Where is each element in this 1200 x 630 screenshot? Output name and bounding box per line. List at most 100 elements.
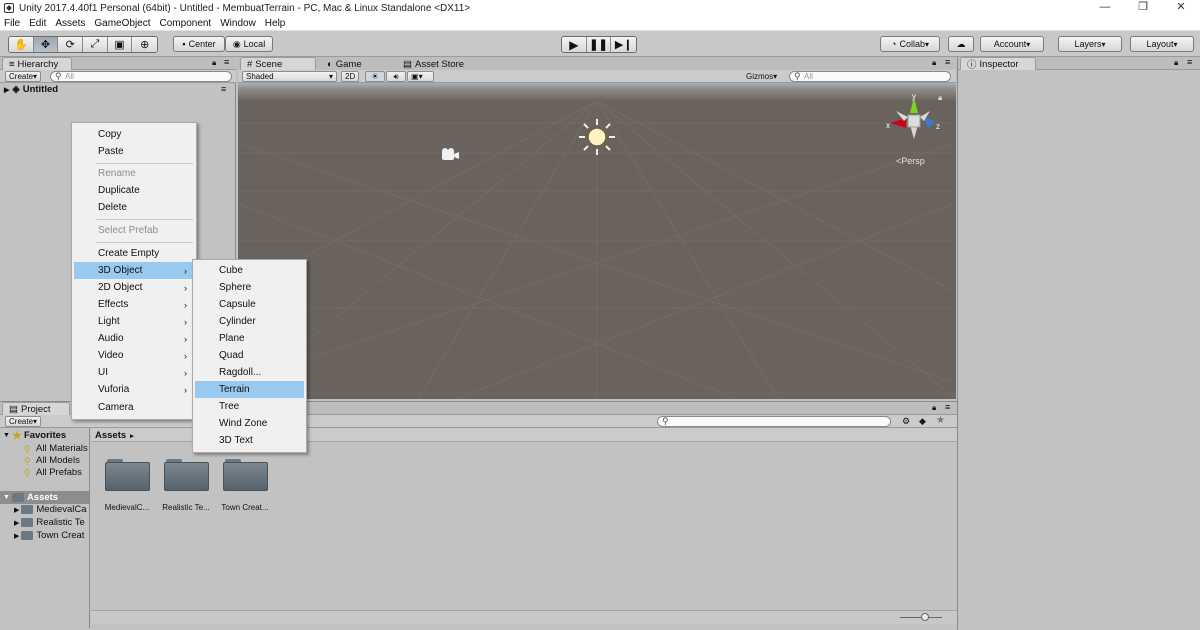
layers-dropdown[interactable]: Layers [1058,36,1122,52]
layout-dropdown[interactable]: Layout [1130,36,1194,52]
menu-item-cube[interactable]: Cube [195,262,304,279]
menu-item-plane[interactable]: Plane [195,330,304,347]
hierarchy-scene-item[interactable]: ▶ ◈ Untitled [4,84,58,95]
menu-item-light[interactable]: Light › [74,313,194,330]
scene-search-input[interactable]: All [789,71,951,82]
menu-assets[interactable]: Assets [55,18,85,29]
directional-light-sun-icon[interactable] [577,117,617,157]
lock-icon[interactable]: 🔒︎ [932,403,936,413]
pivot-local-toggle[interactable]: ◉ Local [225,36,273,52]
expand-arrow-icon[interactable]: ▼ [3,432,10,439]
project-search-input[interactable] [657,416,891,427]
lock-icon[interactable]: 🔒︎ [1174,58,1178,68]
collab-button[interactable]: ◔ Collab [880,36,940,52]
menu-item-camera[interactable]: Camera [74,399,194,416]
menu-item-sphere[interactable]: Sphere [195,279,304,296]
menu-item-capsule[interactable]: Capsule [195,296,304,313]
asset-folder-node[interactable]: ▶ MedievalCa [14,504,87,515]
menu-item-paste[interactable]: Paste [74,143,194,160]
effects-dropdown[interactable]: ▣ [407,71,434,82]
menu-item-tree[interactable]: Tree [195,398,304,415]
2d-toggle[interactable]: 2D [341,71,360,82]
lock-icon[interactable]: 🔒︎ [932,58,936,68]
filter-label-icon[interactable]: ◆ [919,416,926,427]
panel-menu-icon[interactable]: ≡ [945,402,950,412]
expand-arrow-icon[interactable]: ▼ [3,494,10,501]
panel-menu-icon[interactable]: ≡ [945,57,950,67]
cloud-button[interactable]: ☁ [948,36,974,52]
menu-item-3d-text[interactable]: 3D Text [195,432,304,449]
tab-hierarchy[interactable]: ≡ Hierarchy [2,57,72,70]
project-create-button[interactable]: Create [5,416,42,427]
shading-mode-dropdown[interactable]: Shaded [242,71,337,82]
expand-arrow-icon[interactable]: ▶ [14,532,19,540]
menu-window[interactable]: Window [220,18,256,29]
menu-gameobject[interactable]: GameObject [94,18,150,29]
favorite-item[interactable]: ⚲ All Prefabs [24,467,82,478]
scene-viewport[interactable]: y x z 🔒︎ <Persp [238,83,956,399]
lighting-toggle[interactable]: ☀ [365,71,385,82]
filter-type-icon[interactable]: ⚙ [902,416,910,427]
menu-item-copy[interactable]: Copy [74,126,194,143]
menu-file[interactable]: File [4,18,20,29]
account-dropdown[interactable]: Account [980,36,1044,52]
hierarchy-create-button[interactable]: Create [5,71,42,82]
breadcrumb-assets[interactable]: Assets ▸ [95,430,134,441]
folder-thumbnail[interactable] [164,459,209,491]
perspective-label[interactable]: <Persp [896,156,925,166]
favorite-item[interactable]: ⚲ All Models [24,455,80,466]
menu-item-delete[interactable]: Delete [74,199,194,216]
gizmo-lock-icon[interactable]: 🔒︎ [938,93,942,103]
menu-item-vuforia[interactable]: Vuforia › [74,381,194,398]
transform-tool-icon[interactable]: ⊕ [132,37,157,52]
play-icon[interactable]: ▶ [562,37,587,52]
lock-icon[interactable]: 🔒︎ [212,58,216,68]
expand-arrow-icon[interactable]: ▶ [4,86,9,94]
menu-item-terrain[interactable]: Terrain [195,381,304,398]
rect-tool-icon[interactable]: ▣ [107,37,133,52]
close-icon[interactable]: ✕ [1162,0,1200,16]
favorite-item[interactable]: ⚲ All Materials [24,443,88,454]
scene-options-icon[interactable]: ≡ [221,84,226,94]
hierarchy-search-input[interactable]: All [50,71,232,82]
expand-arrow-icon[interactable]: ▶ [14,506,19,514]
tab-game[interactable]: ◐ Game [320,57,392,70]
favorites-node[interactable]: ▼ ★ Favorites [3,430,66,441]
expand-arrow-icon[interactable]: ▶ [14,519,19,527]
menu-item-3d-object[interactable]: 3D Object › [74,262,194,279]
folder-thumbnail[interactable] [223,459,268,491]
menu-help[interactable]: Help [265,18,286,29]
tab-inspector[interactable]: ⓘ Inspector [960,57,1036,71]
scale-tool-icon[interactable]: ⤢ [83,37,108,52]
menu-item-cylinder[interactable]: Cylinder [195,313,304,330]
menu-item-2d-object[interactable]: 2D Object › [74,279,194,296]
hand-tool-icon[interactable]: ✋ [9,37,34,52]
menu-item-quad[interactable]: Quad [195,347,304,364]
menu-item-ui[interactable]: UI › [74,364,194,381]
zoom-slider-thumb[interactable] [921,613,929,621]
tab-project[interactable]: ▤ Project [2,402,70,415]
menu-component[interactable]: Component [160,18,212,29]
step-icon[interactable]: ▶❙ [611,37,636,52]
menu-item-wind-zone[interactable]: Wind Zone [195,415,304,432]
menu-item-duplicate[interactable]: Duplicate [74,182,194,199]
menu-edit[interactable]: Edit [29,18,46,29]
asset-folder-node[interactable]: ▶ Realistic Te [14,517,85,528]
restore-icon[interactable]: ❐ [1124,0,1162,16]
gizmos-dropdown[interactable]: Gizmos [743,71,780,82]
favorite-star-icon[interactable]: ★ [936,415,945,426]
move-tool-icon[interactable]: ✥ [33,37,59,52]
audio-toggle[interactable]: 🔊︎ [386,71,406,82]
menu-item-audio[interactable]: Audio › [74,330,194,347]
camera-icon[interactable] [438,147,460,163]
pause-icon[interactable]: ❚❚ [586,37,612,52]
menu-item-ragdoll[interactable]: Ragdoll... [195,364,304,381]
panel-menu-icon[interactable]: ≡ [224,57,229,67]
rotate-tool-icon[interactable]: ⟳ [58,37,84,52]
tab-scene[interactable]: # Scene [240,57,316,70]
asset-folder-node[interactable]: ▶ Town Creat [14,530,84,541]
menu-item-effects[interactable]: Effects › [74,296,194,313]
pivot-center-toggle[interactable]: ▪ Center [173,36,225,52]
folder-thumbnail[interactable] [105,459,150,491]
menu-item-create-empty[interactable]: Create Empty [74,245,194,262]
